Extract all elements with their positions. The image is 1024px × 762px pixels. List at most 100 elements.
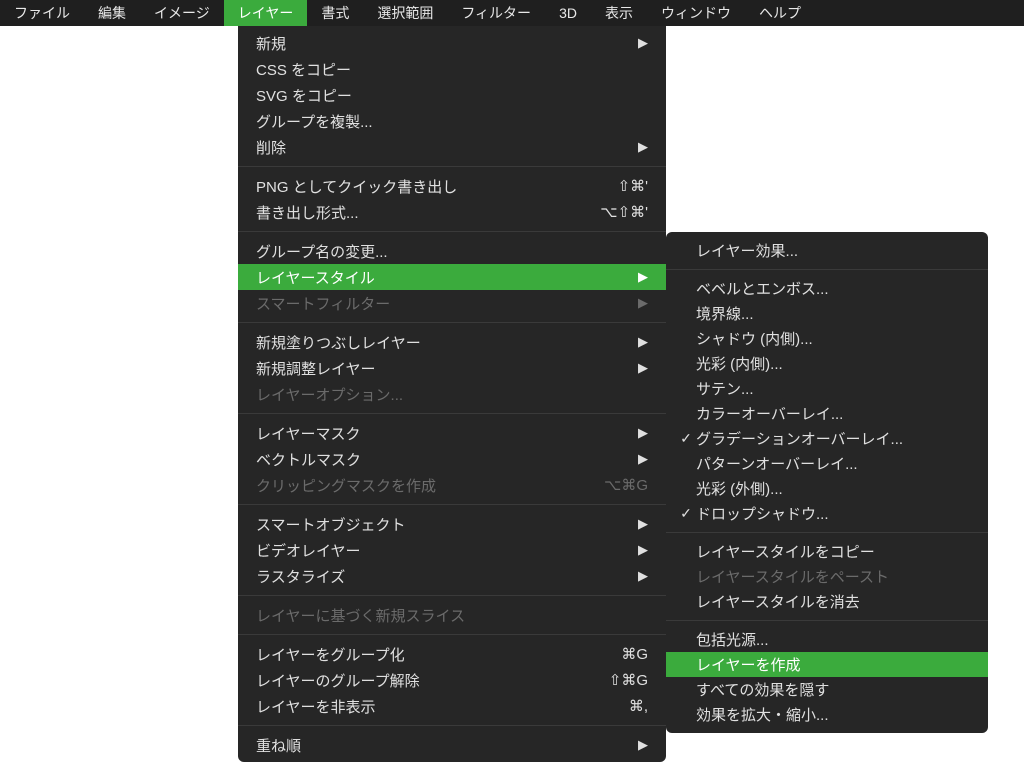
menuitem-global-light[interactable]: 包括光源... [666, 627, 988, 652]
submenu-arrow-icon: ▶ [638, 451, 648, 467]
menu-window[interactable]: ウィンドウ [647, 0, 745, 26]
menuitem-new-slice-from-layer: レイヤーに基づく新規スライス [238, 602, 666, 628]
menuitem-label: ラスタライズ [256, 566, 648, 587]
submenu-arrow-icon: ▶ [638, 360, 648, 376]
submenu-arrow-icon: ▶ [638, 516, 648, 532]
menuitem-label: クリッピングマスクを作成 [256, 475, 588, 496]
menu-label: ヘルプ [759, 3, 801, 23]
menuitem-inner-shadow[interactable]: シャドウ (内側)... [666, 326, 988, 351]
menuitem-bevel-emboss[interactable]: ベベルとエンボス... [666, 276, 988, 301]
menuitem-duplicate-group[interactable]: グループを複製... [238, 108, 666, 134]
menuitem-drop-shadow[interactable]: ✓ ドロップシャドウ... [666, 501, 988, 526]
menuitem-layer-style[interactable]: レイヤースタイル ▶ [238, 264, 666, 290]
menuitem-new[interactable]: 新規 ▶ [238, 30, 666, 56]
menubar: ファイル 編集 イメージ レイヤー 書式 選択範囲 フィルター 3D 表示 ウィ… [0, 0, 1024, 26]
menuitem-label: ドロップシャドウ... [696, 503, 970, 524]
submenu-arrow-icon: ▶ [638, 737, 648, 753]
menuitem-label: カラーオーバーレイ... [696, 403, 970, 424]
menuitem-label: レイヤーを非表示 [256, 696, 613, 717]
shortcut: ⌥⌘G [604, 476, 648, 494]
menuitem-label: レイヤースタイルをコピー [696, 541, 970, 562]
shortcut: ⇧⌘G [609, 671, 648, 689]
menuitem-layer-mask[interactable]: レイヤーマスク ▶ [238, 420, 666, 446]
menu-help[interactable]: ヘルプ [745, 0, 815, 26]
menu-edit[interactable]: 編集 [84, 0, 140, 26]
menu-view[interactable]: 表示 [591, 0, 647, 26]
menuitem-delete[interactable]: 削除 ▶ [238, 134, 666, 160]
menu-label: ウィンドウ [661, 3, 731, 23]
menuitem-pattern-overlay[interactable]: パターンオーバーレイ... [666, 451, 988, 476]
menuitem-label: スマートフィルター [256, 293, 648, 314]
layer-style-submenu: レイヤー効果... ベベルとエンボス... 境界線... シャドウ (内側)..… [666, 232, 988, 733]
menu-filter[interactable]: フィルター [447, 0, 545, 26]
separator [238, 231, 666, 232]
menu-3d[interactable]: 3D [545, 0, 591, 26]
submenu-arrow-icon: ▶ [638, 295, 648, 311]
menu-label: ファイル [14, 3, 70, 23]
menuitem-scale-effects[interactable]: 効果を拡大・縮小... [666, 702, 988, 727]
menuitem-create-layer[interactable]: レイヤーを作成 [666, 652, 988, 677]
menu-label: 選択範囲 [377, 3, 433, 23]
menuitem-ungroup-layers[interactable]: レイヤーのグループ解除 ⇧⌘G [238, 667, 666, 693]
menuitem-new-adjust-layer[interactable]: 新規調整レイヤー ▶ [238, 355, 666, 381]
menuitem-export-as[interactable]: 書き出し形式... ⌥⇧⌘' [238, 199, 666, 225]
menu-label: 3D [559, 5, 577, 21]
menuitem-label: レイヤースタイル [256, 267, 648, 288]
menuitem-video-layers[interactable]: ビデオレイヤー ▶ [238, 537, 666, 563]
menuitem-rasterize[interactable]: ラスタライズ ▶ [238, 563, 666, 589]
submenu-arrow-icon: ▶ [638, 269, 648, 285]
menuitem-label: シャドウ (内側)... [696, 328, 970, 349]
menuitem-gradient-overlay[interactable]: ✓ グラデーションオーバーレイ... [666, 426, 988, 451]
menuitem-label: レイヤーを作成 [696, 654, 970, 675]
separator [238, 634, 666, 635]
menuitem-label: レイヤーのグループ解除 [256, 670, 593, 691]
menuitem-layer-effects[interactable]: レイヤー効果... [666, 238, 988, 263]
menuitem-label: レイヤーマスク [256, 423, 648, 444]
menuitem-hide-layers[interactable]: レイヤーを非表示 ⌘, [238, 693, 666, 719]
menuitem-clear-layer-style[interactable]: レイヤースタイルを消去 [666, 589, 988, 614]
submenu-arrow-icon: ▶ [638, 35, 648, 51]
menuitem-satin[interactable]: サテン... [666, 376, 988, 401]
menuitem-copy-css[interactable]: CSS をコピー [238, 56, 666, 82]
menuitem-color-overlay[interactable]: カラーオーバーレイ... [666, 401, 988, 426]
menu-label: 書式 [321, 3, 349, 23]
menuitem-copy-svg[interactable]: SVG をコピー [238, 82, 666, 108]
menu-select[interactable]: 選択範囲 [363, 0, 447, 26]
menuitem-label: 新規 [256, 33, 648, 54]
menuitem-label: 光彩 (外側)... [696, 478, 970, 499]
menuitem-stroke[interactable]: 境界線... [666, 301, 988, 326]
menuitem-label: グラデーションオーバーレイ... [696, 428, 970, 449]
menuitem-label: レイヤースタイルをペースト [696, 566, 970, 587]
menuitem-copy-layer-style[interactable]: レイヤースタイルをコピー [666, 539, 988, 564]
menuitem-outer-glow[interactable]: 光彩 (外側)... [666, 476, 988, 501]
menuitem-group-layers[interactable]: レイヤーをグループ化 ⌘G [238, 641, 666, 667]
menu-label: レイヤー [238, 3, 294, 23]
menuitem-hide-all-effects[interactable]: すべての効果を隠す [666, 677, 988, 702]
menuitem-smart-objects[interactable]: スマートオブジェクト ▶ [238, 511, 666, 537]
separator [666, 269, 988, 270]
menuitem-rename-group[interactable]: グループ名の変更... [238, 238, 666, 264]
menuitem-label: レイヤーに基づく新規スライス [256, 605, 648, 626]
submenu-arrow-icon: ▶ [638, 568, 648, 584]
menu-layer[interactable]: レイヤー [224, 0, 308, 26]
menu-type[interactable]: 書式 [307, 0, 363, 26]
menuitem-label: 書き出し形式... [256, 202, 584, 223]
menuitem-label: サテン... [696, 378, 970, 399]
menuitem-arrange[interactable]: 重ね順 ▶ [238, 732, 666, 758]
shortcut: ⌘G [621, 645, 648, 663]
menu-image[interactable]: イメージ [140, 0, 224, 26]
separator [238, 595, 666, 596]
menuitem-inner-glow[interactable]: 光彩 (内側)... [666, 351, 988, 376]
menuitem-label: レイヤーオプション... [256, 384, 648, 405]
menuitem-new-fill-layer[interactable]: 新規塗りつぶしレイヤー ▶ [238, 329, 666, 355]
separator [666, 620, 988, 621]
submenu-arrow-icon: ▶ [638, 542, 648, 558]
menuitem-vector-mask[interactable]: ベクトルマスク ▶ [238, 446, 666, 472]
separator [238, 166, 666, 167]
menuitem-label: 光彩 (内側)... [696, 353, 970, 374]
separator [238, 322, 666, 323]
menuitem-label: 新規調整レイヤー [256, 358, 648, 379]
menu-file[interactable]: ファイル [0, 0, 84, 26]
menuitem-smart-filter: スマートフィルター ▶ [238, 290, 666, 316]
menuitem-quick-export-png[interactable]: PNG としてクイック書き出し ⇧⌘' [238, 173, 666, 199]
